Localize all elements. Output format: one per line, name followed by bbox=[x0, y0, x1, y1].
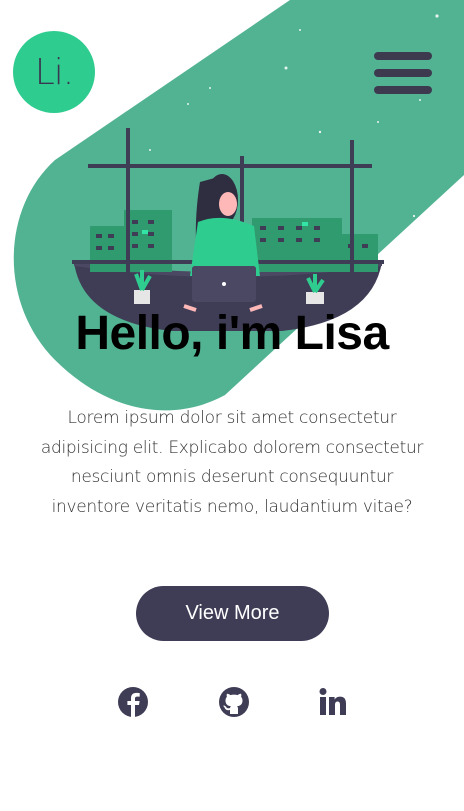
linkedin-icon[interactable] bbox=[317, 686, 349, 718]
hero-description: Lorem ipsum dolor sit amet consectetur a… bbox=[40, 408, 424, 517]
page-title: Hello, i'm Lisa bbox=[75, 307, 389, 360]
social-links bbox=[0, 686, 464, 720]
menu-bar bbox=[374, 52, 432, 60]
menu-bar bbox=[374, 86, 432, 94]
menu-bar bbox=[374, 69, 432, 77]
hamburger-menu-icon[interactable] bbox=[374, 52, 432, 94]
logo-text: Li. bbox=[34, 51, 75, 93]
facebook-icon[interactable] bbox=[117, 686, 149, 718]
logo[interactable]: Li. bbox=[13, 31, 95, 113]
view-more-button[interactable]: View More bbox=[136, 586, 329, 641]
github-icon[interactable] bbox=[218, 686, 250, 718]
